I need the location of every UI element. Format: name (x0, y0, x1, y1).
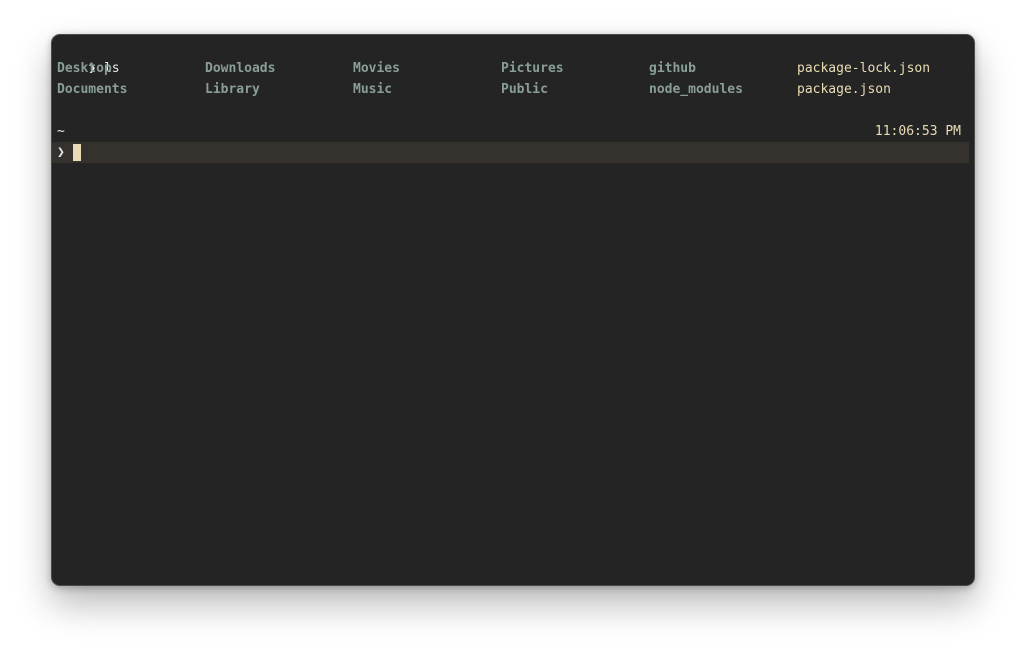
ls-entry-music: Music (353, 82, 393, 97)
text-cursor (73, 144, 81, 161)
ls-entry-library: Library (205, 82, 260, 97)
prompt-clock: 11:06:53 PM (874, 124, 961, 139)
ls-entry-node-modules: node_modules (649, 82, 743, 97)
ls-entry-downloads: Downloads (205, 61, 276, 76)
ls-entry-desktop: Desktop (57, 61, 112, 76)
ls-entry-pictures: Pictures (501, 61, 564, 76)
ls-entry-package-json: package.json (797, 82, 891, 97)
input-prompt-chevron-icon: ❯ (57, 145, 65, 160)
ls-entry-movies: Movies (353, 61, 400, 76)
active-input-line[interactable]: ❯ (52, 142, 969, 163)
current-directory: ~ (57, 124, 65, 139)
history-command-line: ❯ ls (57, 37, 119, 76)
ls-entry-package-lock: package-lock.json (797, 61, 931, 76)
ls-entry-documents: Documents (57, 82, 128, 97)
ls-entry-public: Public (501, 82, 548, 97)
terminal-window[interactable]: ❯ ls Desktop Downloads Movies Pictures g… (51, 34, 975, 586)
ls-entry-github: github (649, 61, 696, 76)
